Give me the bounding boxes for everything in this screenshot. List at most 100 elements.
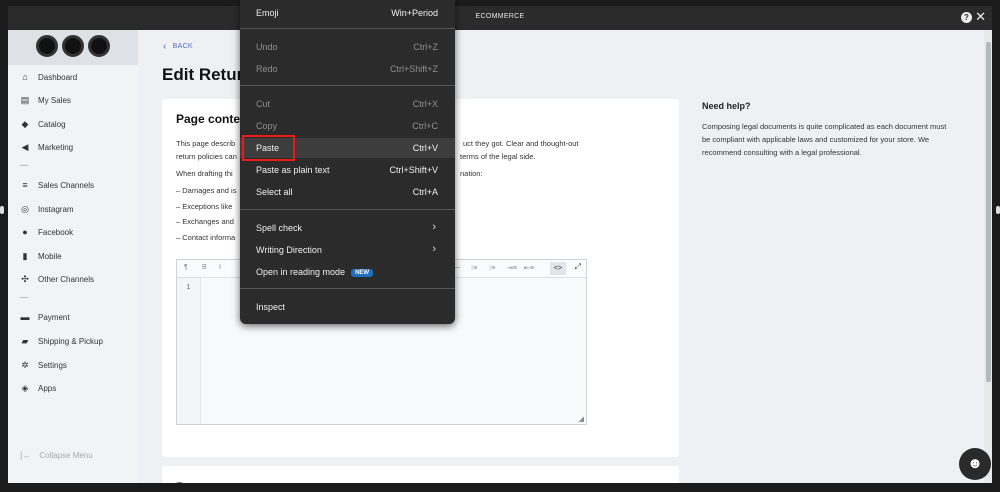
sidebar-item-label: Settings [38, 360, 67, 370]
sidebar-item-marketing[interactable]: ◀ Marketing [20, 139, 74, 155]
sidebar-item-other-channels[interactable]: ✣ Other Channels [20, 271, 94, 287]
menu-item-label: Cut [256, 99, 271, 109]
menu-item-cut[interactable]: Cut Ctrl+X [240, 94, 455, 114]
scrollbar-thumb[interactable] [986, 42, 991, 382]
sidebar-item-instagram[interactable]: ◎ Instagram [20, 201, 74, 217]
sidebar-item-sales-channels[interactable]: ≡ Sales Channels [20, 177, 94, 193]
sidebar-item-dashboard[interactable]: ⌂ Dashboard [20, 69, 77, 85]
help-panel: Need help? Composing legal documents is … [702, 101, 947, 159]
second-card-title: P [176, 480, 184, 483]
sidebar-item-my-sales[interactable]: ▤ My Sales [20, 92, 71, 108]
resize-handle-icon[interactable]: ◢ [579, 415, 584, 423]
sidebar-item-mobile[interactable]: ▮ Mobile [20, 248, 62, 264]
sidebar-item-label: Catalog [38, 119, 66, 129]
menu-item-label: Redo [256, 64, 278, 74]
scrollbar[interactable] [984, 30, 992, 483]
back-link[interactable]: ‹ BACK [163, 41, 193, 52]
menu-item-undo[interactable]: Undo Ctrl+Z [240, 37, 455, 57]
sidebar-divider [20, 297, 28, 298]
menu-item-shortcut: Ctrl+Z [413, 42, 438, 52]
sidebar: ⌂ Dashboard ▤ My Sales ◆ Catalog ◀ Marke… [8, 30, 138, 483]
app-frame: ⌂ Dashboard ▤ My Sales ◆ Catalog ◀ Marke… [8, 30, 992, 483]
new-badge: NEW [351, 269, 374, 277]
sidebar-item-label: My Sales [38, 95, 71, 105]
bold-icon[interactable]: B [202, 264, 207, 271]
list-icon[interactable]: ⁝≡ [471, 264, 477, 272]
page-title: Edit Retur [162, 65, 244, 84]
description-line: return policies can [176, 152, 237, 161]
menu-item-label: Select all [256, 187, 293, 197]
italic-icon[interactable]: I [219, 264, 221, 271]
menu-item-inspect[interactable]: Inspect [240, 297, 455, 317]
facebook-icon: ● [22, 227, 28, 237]
menu-separator [240, 209, 455, 210]
menu-item-writing-direction[interactable]: Writing Direction › [240, 240, 455, 260]
home-icon: ⌂ [22, 72, 28, 82]
menu-item-paste-plain-text[interactable]: Paste as plain text Ctrl+Shift+V [240, 160, 455, 180]
sidebar-item-label: Shipping & Pickup [38, 336, 103, 346]
line-number: 1 [186, 284, 191, 291]
chevron-right-icon: › [432, 243, 436, 255]
outdent-icon[interactable]: ⇤≡ [524, 264, 534, 272]
menu-item-spell-check[interactable]: Spell check › [240, 218, 455, 238]
second-card: P [162, 466, 679, 483]
sidebar-item-label: Dashboard [38, 72, 78, 82]
expand-icon[interactable]: ⤢ [575, 262, 581, 272]
sidebar-item-payment[interactable]: ▬ Payment [20, 309, 70, 325]
network-icon: ✣ [21, 273, 29, 284]
chevron-right-icon: › [432, 221, 436, 233]
sidebar-item-label: Other Channels [38, 274, 95, 284]
ordered-list-icon[interactable]: ⁝≡ [489, 264, 495, 272]
mobile-icon: ▮ [22, 250, 28, 261]
sidebar-item-settings[interactable]: ✲ Settings [20, 357, 67, 373]
menu-item-copy[interactable]: Copy Ctrl+C [240, 116, 455, 136]
menu-item-select-all[interactable]: Select all Ctrl+A [240, 182, 455, 202]
sales-icon: ▤ [20, 94, 30, 105]
tag-icon: ◆ [21, 118, 29, 129]
window-titlebar: ECOMMERCE ? ✕ [8, 6, 992, 30]
instagram-icon: ◎ [21, 203, 29, 214]
chat-bot-icon: ☻ [967, 455, 983, 472]
indent-icon[interactable]: ⇥≡ [507, 264, 517, 272]
help-text: Composing legal documents is quite compl… [702, 122, 947, 157]
gear-icon: ✲ [21, 359, 29, 370]
apps-icon: ◈ [21, 382, 29, 393]
sidebar-item-facebook[interactable]: ● Facebook [20, 224, 73, 240]
sidebar-item-label: Instagram [38, 204, 74, 214]
menu-separator [240, 28, 455, 29]
menu-item-label: Paste as plain text [256, 165, 330, 175]
chat-bot-button[interactable]: ☻ [959, 448, 991, 480]
sidebar-item-label: Facebook [38, 227, 74, 237]
description-line: This page describ [176, 139, 236, 148]
menu-item-shortcut: Ctrl+Shift+Z [389, 64, 438, 74]
sidebar-item-label: Payment [38, 312, 70, 322]
stack-icon: ≡ [22, 180, 28, 190]
paragraph-icon[interactable]: ¶ [184, 264, 188, 271]
menu-item-label: Open in reading mode [256, 267, 346, 277]
sidebar-item-shipping-pickup[interactable]: ▰ Shipping & Pickup [20, 333, 103, 349]
code-view-button[interactable]: <> [550, 262, 566, 275]
menu-item-shortcut: Win+Period [391, 8, 438, 18]
payment-icon: ▬ [20, 312, 30, 322]
highlight-box [242, 135, 295, 161]
menu-item-redo[interactable]: Redo Ctrl+Shift+Z [240, 59, 455, 79]
description-line: uct they got. Clear and thought-out [463, 139, 579, 148]
menu-item-shortcut: Ctrl+X [412, 99, 438, 109]
sidebar-item-label: Mobile [38, 251, 62, 261]
menu-item-label: Inspect [256, 302, 286, 312]
menu-item-reading-mode[interactable]: Open in reading mode NEW [240, 262, 455, 282]
sidebar-item-catalog[interactable]: ◆ Catalog [20, 116, 66, 132]
context-menu: Emoji Win+Period Undo Ctrl+Z Redo Ctrl+S… [240, 0, 455, 324]
right-edge-handle [996, 206, 1000, 214]
sidebar-item-label: Apps [38, 383, 57, 393]
sidebar-item-apps[interactable]: ◈ Apps [20, 380, 57, 396]
bullet-line: – Damages and is [176, 186, 237, 195]
close-icon[interactable]: ✕ [975, 9, 986, 25]
menu-item-label: Copy [256, 121, 278, 131]
menu-item-shortcut: Ctrl+V [412, 143, 438, 153]
collapse-menu-button[interactable]: |← Collapse Menu [20, 450, 93, 460]
line-number-gutter: 1 [177, 278, 201, 424]
menu-item-emoji[interactable]: Emoji Win+Period [240, 3, 455, 23]
help-icon[interactable]: ? [961, 12, 972, 23]
menu-item-label: Emoji [256, 8, 279, 18]
